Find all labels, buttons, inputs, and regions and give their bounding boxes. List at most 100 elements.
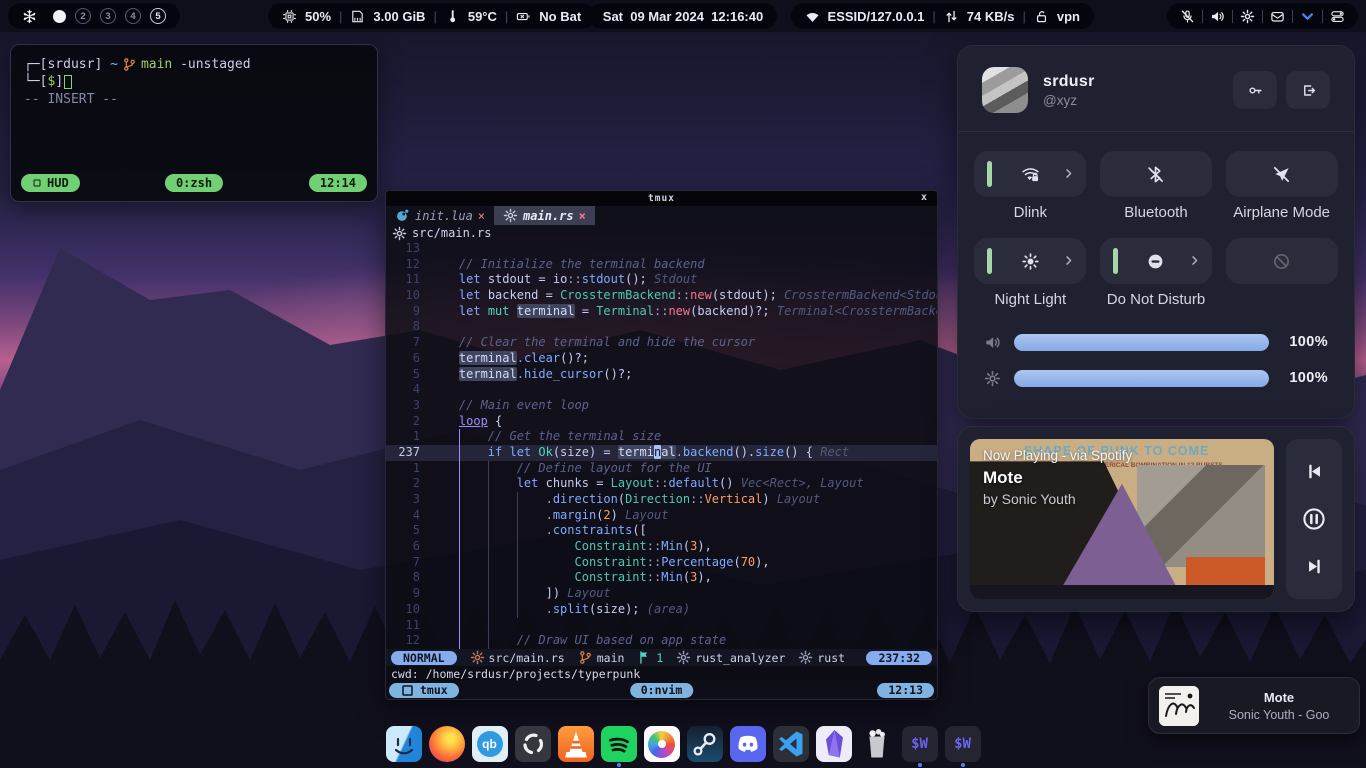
toggle-blocked[interactable] [1226,238,1338,284]
code-line: 4 .margin(2) Layout [386,508,937,524]
tmux-window-pill[interactable]: 0:nvim [630,683,694,698]
dock-item-spotify[interactable] [601,726,637,767]
toggle-do-not-disturb[interactable] [1100,238,1212,284]
code-line: 6 terminal.clear()?; [386,351,937,367]
square-icon [32,178,42,188]
dock-item-obsidian[interactable] [816,726,852,767]
dock-item-file-manager[interactable] [386,726,422,767]
media-player-card: SHAPE OF PUNK TO COME A CHIMERICAL BOMBI… [957,426,1355,612]
divider: | [932,9,935,24]
tray-speaker-button[interactable] [1203,9,1232,24]
tray-quick-settings-button[interactable] [1323,9,1352,24]
toggle-dlink[interactable] [974,151,1086,197]
git-branch-icon [578,650,593,665]
slider-value: 100% [1282,334,1328,350]
next-button[interactable] [1305,557,1324,576]
code-line-current: 237 if let Ok(size) = terminal.backend()… [386,445,937,461]
chevron-right-button[interactable] [1062,254,1075,267]
avatar [982,67,1028,113]
window-close-button[interactable]: x [921,192,928,203]
vpn-lock-icon [1034,9,1049,24]
system-stats-module[interactable]: 50% | 3.00 GiB | 59°C | No Bat [268,3,595,29]
terminal-window[interactable]: ┌─[srdusr] ~main -unstaged └─[$] -- INSE… [10,44,378,202]
dock-item-firefox[interactable] [429,726,465,767]
git-branch-icon [122,57,137,72]
memory-value: 3.00 GiB [373,9,425,24]
workspace-2[interactable]: 2 [75,8,91,24]
network-speed-value: 74 KB/s [967,9,1015,24]
vpn-label: vpn [1057,9,1080,24]
running-indicator [488,763,492,767]
code-line: 1 // Define layout for the UI [386,461,937,477]
workspace-4[interactable]: 4 [125,8,141,24]
workspace-5[interactable]: 5 [150,8,166,24]
tmux-statusbar: tmux 0:nvim 12:13 [386,681,937,699]
dock-item-trash[interactable] [859,726,895,767]
tab-init-lua[interactable]: init.lua × [386,206,494,225]
dock-item-obs[interactable] [515,726,551,767]
code-line: 12 // Initialize the terminal backend [386,257,937,273]
speaker-slider[interactable] [1014,334,1269,351]
git-branch-icon [122,57,137,72]
code-line: 12 // Draw UI based on app state [386,633,937,649]
tab-main-rs[interactable]: main.rs × [494,206,595,225]
square-icon [400,683,415,698]
tab-close-icon[interactable]: × [579,209,586,223]
tray-mic-muted-button[interactable] [1173,9,1202,24]
window-titlebar[interactable]: tmux x [386,191,937,206]
network-module[interactable]: ESSID/127.0.0.1 | 74 KB/s | vpn [791,3,1094,29]
dock-item-steam[interactable] [687,726,723,767]
dock-item-vscode[interactable] [773,726,809,767]
code-line: 3 .direction(Direction::Vertical) Layout [386,492,937,508]
bluetooth-off-icon [1146,165,1165,184]
toggle-label: Bluetooth [1124,204,1187,225]
tray-tray-mail-button[interactable] [1263,9,1292,24]
brightness-slider[interactable] [1014,370,1269,387]
code-area[interactable]: 1312 // Initialize the terminal backend 1… [386,241,937,649]
chevron-right-button[interactable] [1188,254,1201,267]
wifi-icon [805,9,820,24]
night-light-icon [1021,252,1040,271]
logout-button[interactable] [1286,71,1330,109]
tray-settings-button[interactable] [1233,9,1262,24]
tmux-session-pill[interactable]: tmux [389,683,459,698]
dock-item-script-sw-1[interactable]: $W [902,726,938,767]
workspace-3[interactable]: 3 [100,8,116,24]
rust-icon [503,208,518,223]
rust-icon [470,650,485,665]
code-line: 10 let backend = CrosstermBackend::new(s… [386,288,937,304]
key-button[interactable] [1233,71,1277,109]
clock-module[interactable]: Sat 09 Mar 2024 12:16:40 [589,3,777,29]
dock-item-script-sw-2[interactable]: $W [945,726,981,767]
toggle-label: Dlink [1014,204,1047,225]
previous-button[interactable] [1305,462,1324,481]
pause-button[interactable] [1302,507,1326,531]
code-line: 9 let mut terminal = Terminal::new(backe… [386,304,937,320]
tray-chevron-down-button[interactable] [1293,9,1322,24]
workspace-1[interactable] [53,10,66,23]
toggle-night-light[interactable] [974,238,1086,284]
dock-item-vlc[interactable] [558,726,594,767]
dock-item-photos[interactable] [644,726,680,767]
dock-item-discord[interactable] [730,726,766,767]
statusbar-session-pill[interactable]: 0:zsh [165,174,223,192]
toggle-airplane-mode[interactable] [1226,151,1338,197]
code-line: 9 ]) Layout [386,586,937,602]
chevron-right-button[interactable] [1062,167,1075,180]
running-indicator [574,763,578,767]
code-line: 13 [386,241,937,257]
buffer-tabline: init.lua × main.rs × [386,206,937,225]
toggle-label: Night Light [994,291,1066,312]
code-line: 2 let chunks = Layout::default() Vec<Rec… [386,476,937,492]
statusbar-time-pill: 12:14 [309,174,367,192]
code-line: 4 [386,382,937,398]
tab-close-icon[interactable]: × [478,209,485,223]
snowflake-icon [22,9,37,24]
dock-item-qbittorrent[interactable]: qb [472,726,508,767]
statusbar-hud-pill[interactable]: HUD [21,174,80,192]
brightness-icon [984,370,1001,387]
editor-window[interactable]: tmux x init.lua × main.rs × src/main.rs … [385,190,938,700]
rust-icon [392,226,407,241]
toggle-bluetooth[interactable] [1100,151,1212,197]
slider-value: 100% [1282,370,1328,386]
